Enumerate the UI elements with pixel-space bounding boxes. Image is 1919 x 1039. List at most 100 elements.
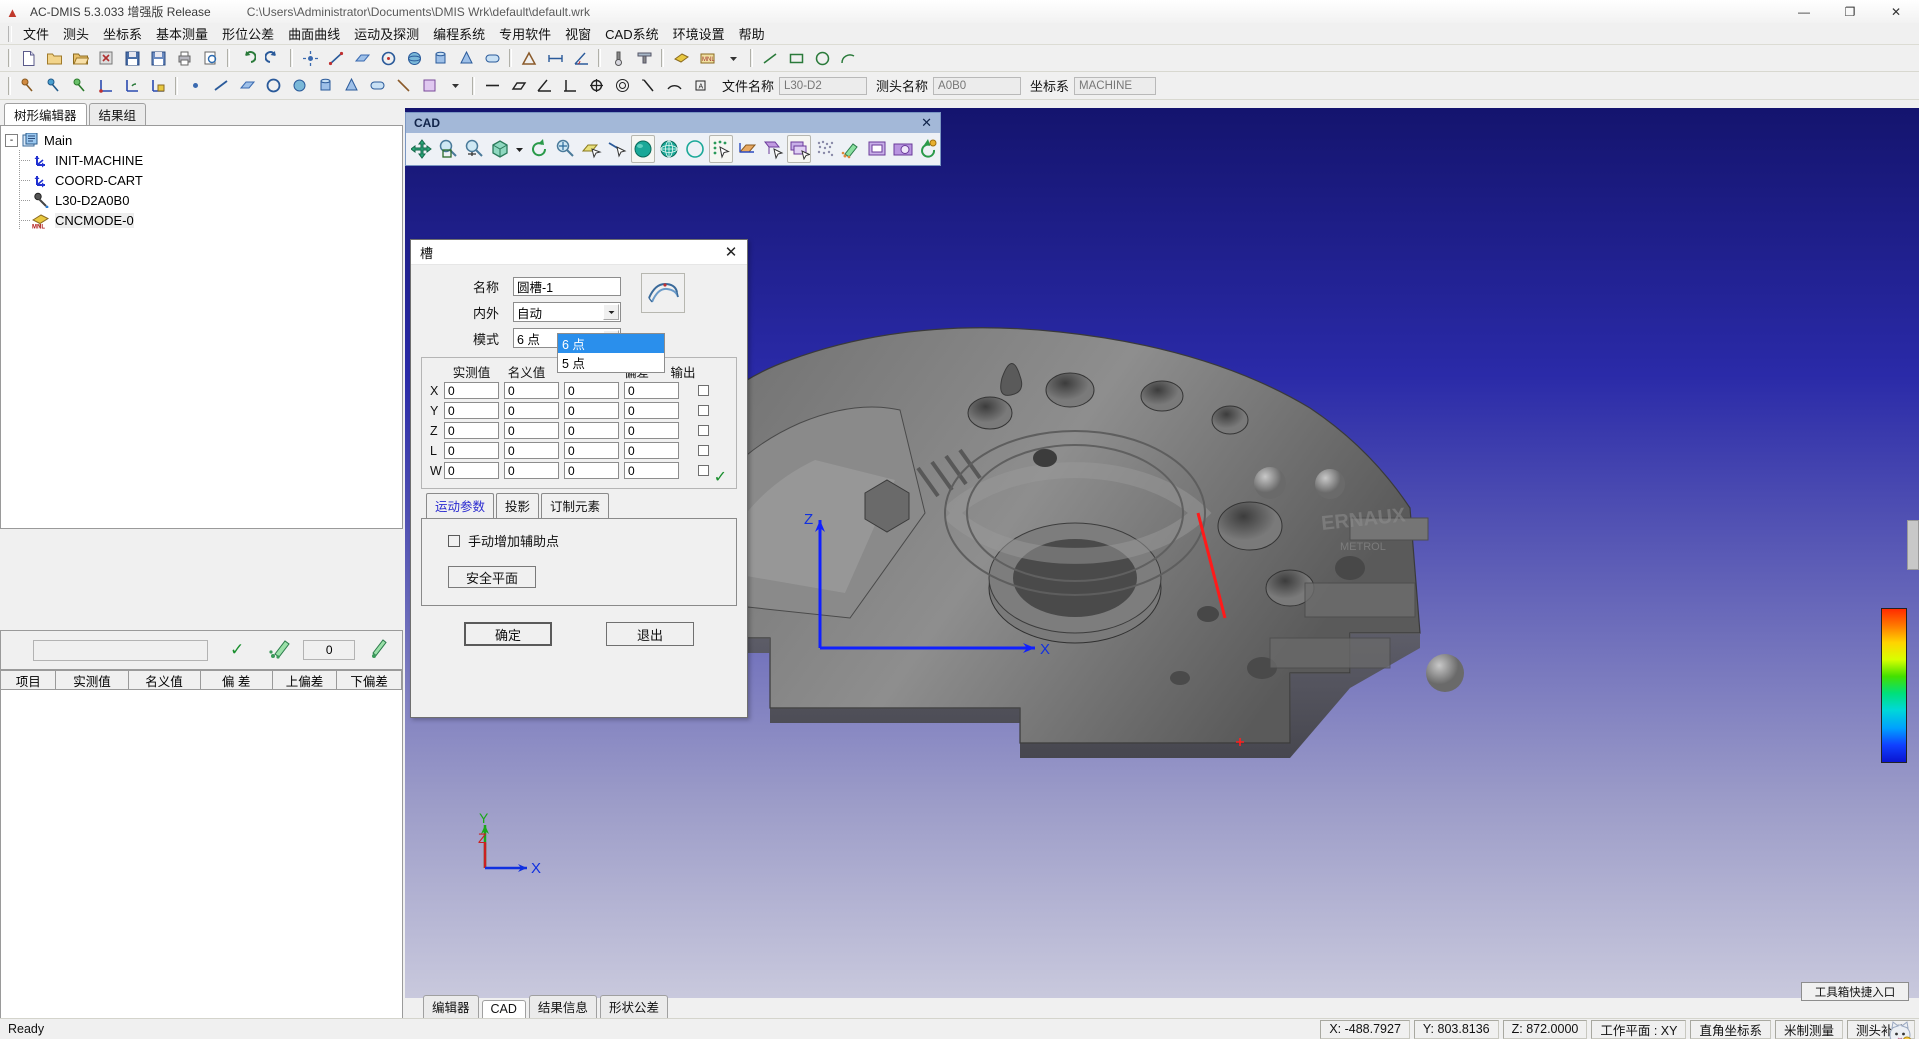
menu-item-4[interactable]: 形位公差 xyxy=(215,22,281,45)
refresh-light-icon[interactable] xyxy=(917,135,941,163)
cell-nominal-l[interactable]: 0 xyxy=(504,442,559,459)
probe-calibrate-icon[interactable] xyxy=(606,46,630,70)
close-icon[interactable]: ✕ xyxy=(719,241,743,263)
output-checkbox-y[interactable] xyxy=(697,405,709,416)
meas-circle-icon[interactable] xyxy=(261,74,285,98)
view-box-icon[interactable] xyxy=(488,135,512,163)
cell-nominal-z[interactable]: 0 xyxy=(504,422,559,439)
tol-concentric-icon[interactable] xyxy=(610,74,634,98)
print-preview-icon[interactable] xyxy=(198,46,222,70)
viewport-scroll-thumb[interactable] xyxy=(1907,520,1919,570)
tol-position-icon[interactable] xyxy=(584,74,608,98)
cell-third-z[interactable]: 0 xyxy=(564,422,619,439)
point-feature-icon[interactable] xyxy=(298,46,322,70)
menu-item-12[interactable]: 帮助 xyxy=(732,22,772,45)
close-button[interactable]: ✕ xyxy=(1873,0,1919,23)
slot-feature-icon[interactable] xyxy=(480,46,504,70)
mnl-label-icon[interactable]: MNL xyxy=(695,46,719,70)
more-features-icon[interactable] xyxy=(417,74,441,98)
plane-feature-icon[interactable] xyxy=(350,46,374,70)
minimize-button[interactable]: — xyxy=(1781,0,1827,23)
left-tab-1[interactable]: 结果组 xyxy=(88,103,147,126)
green-check-icon[interactable]: ✓ xyxy=(230,640,244,660)
coordinate-system-field[interactable]: MACHINE xyxy=(1074,76,1157,95)
open-file-icon[interactable] xyxy=(42,46,66,70)
meas-cylinder-icon[interactable] xyxy=(313,74,337,98)
probe-name-field[interactable]: A0B0 xyxy=(933,76,1022,95)
menu-item-3[interactable]: 基本测量 xyxy=(149,22,215,45)
cat-mascot-icon[interactable] xyxy=(1885,1019,1915,1039)
circle-outline-icon[interactable] xyxy=(683,135,707,163)
viewport-tab-1[interactable]: CAD xyxy=(481,1000,526,1018)
result-col-5[interactable]: 下偏差 xyxy=(337,671,403,689)
left-tab-0[interactable]: 树形编辑器 xyxy=(4,103,87,126)
meas-point-icon[interactable] xyxy=(183,74,207,98)
tol-flatness-icon[interactable] xyxy=(506,74,530,98)
menu-item-1[interactable]: 测头 xyxy=(56,22,96,45)
label-pick-icon[interactable] xyxy=(761,135,785,163)
output-checkbox-l[interactable] xyxy=(697,445,709,456)
draw-line-icon[interactable] xyxy=(758,46,782,70)
viewport-tab-3[interactable]: 形状公差 xyxy=(599,995,668,1018)
menu-item-0[interactable]: 文件 xyxy=(16,22,56,45)
dialog-tab-1[interactable]: 投影 xyxy=(496,493,540,518)
safe-plane-button[interactable]: 安全平面 xyxy=(448,566,536,588)
line-feature-icon[interactable] xyxy=(324,46,348,70)
save-as-icon[interactable] xyxy=(146,46,170,70)
meas-cone-2-icon[interactable] xyxy=(391,74,415,98)
save-icon[interactable] xyxy=(120,46,144,70)
menu-item-11[interactable]: 环境设置 xyxy=(666,22,732,45)
program-tree[interactable]: - Main INIT-MACHINE COORD-CART L30-D2A0B0 M… xyxy=(0,125,403,529)
cell-third-x[interactable]: 0 xyxy=(564,382,619,399)
tol-straightness-icon[interactable] xyxy=(480,74,504,98)
sphere-feature-icon[interactable] xyxy=(402,46,426,70)
menu-item-5[interactable]: 曲面曲线 xyxy=(281,22,347,45)
shaded-sphere-icon[interactable] xyxy=(631,135,655,163)
manual-aux-point-row[interactable]: 手动增加辅助点 xyxy=(448,531,736,550)
single-point-icon[interactable] xyxy=(369,637,389,664)
draw-rect-icon[interactable] xyxy=(784,46,808,70)
tree-item-0[interactable]: INIT-MACHINE xyxy=(1,150,402,170)
draw-arc-icon[interactable] xyxy=(836,46,860,70)
cell-measured-x[interactable]: 0 xyxy=(444,382,499,399)
cancel-button[interactable]: 退出 xyxy=(606,622,694,646)
draw-circle-icon[interactable] xyxy=(810,46,834,70)
manual-aux-point-checkbox[interactable] xyxy=(448,534,460,547)
zoom-in-out-icon[interactable] xyxy=(462,135,486,163)
result-col-2[interactable]: 名义值 xyxy=(129,671,201,689)
meas-line-icon[interactable] xyxy=(209,74,233,98)
cloud-points-icon[interactable] xyxy=(813,135,837,163)
cell-deviation-l[interactable]: 0 xyxy=(624,442,679,459)
zoom-fit-icon[interactable] xyxy=(553,135,577,163)
viewport-tab-2[interactable]: 结果信息 xyxy=(528,995,597,1018)
cmm-machine-icon[interactable] xyxy=(632,46,656,70)
command-input[interactable] xyxy=(33,639,208,661)
result-col-3[interactable]: 偏 差 xyxy=(201,671,273,689)
cell-nominal-y[interactable]: 0 xyxy=(504,402,559,419)
meas-sphere-icon[interactable] xyxy=(287,74,311,98)
select-points-icon[interactable] xyxy=(709,135,733,163)
probe-head-icon[interactable] xyxy=(16,74,40,98)
plane-axes-icon[interactable] xyxy=(735,135,759,163)
tree-root-row[interactable]: - Main xyxy=(1,130,402,150)
wireframe-globe-icon[interactable] xyxy=(657,135,681,163)
tree-item-2[interactable]: L30-D2A0B0 xyxy=(1,190,402,210)
menu-item-6[interactable]: 运动及探测 xyxy=(347,22,426,45)
cell-nominal-w[interactable]: 0 xyxy=(504,462,559,479)
print-icon[interactable] xyxy=(172,46,196,70)
cell-deviation-y[interactable]: 0 xyxy=(624,402,679,419)
pan-icon[interactable] xyxy=(410,135,434,163)
cell-third-y[interactable]: 0 xyxy=(564,402,619,419)
dialog-titlebar[interactable]: 槽 ✕ xyxy=(411,240,747,265)
toolbox-shortcut-hint[interactable]: 工具箱快捷入口 xyxy=(1801,982,1909,1001)
green-check-icon[interactable]: ✓ xyxy=(714,467,727,487)
meas-plane-icon[interactable] xyxy=(235,74,259,98)
output-checkbox-z[interactable] xyxy=(697,425,709,436)
result-grid[interactable]: 项目 实测值 名义值偏 差上偏差 下偏差 xyxy=(0,670,403,1039)
rotate-icon[interactable] xyxy=(527,135,551,163)
cone-feature-icon[interactable] xyxy=(454,46,478,70)
mnl-mode-icon[interactable] xyxy=(669,46,693,70)
cell-deviation-x[interactable]: 0 xyxy=(624,382,679,399)
zoom-window-icon[interactable] xyxy=(436,135,460,163)
feature-dropdown-icon[interactable] xyxy=(443,74,467,98)
